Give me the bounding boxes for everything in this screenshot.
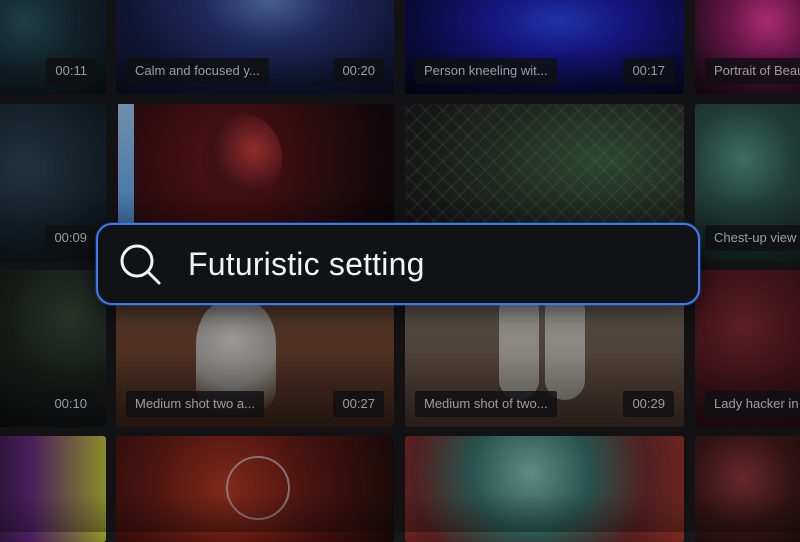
search-query[interactable]: Futuristic setting [188,246,425,283]
search-icon [118,242,162,286]
search-bar[interactable]: Futuristic setting [96,223,700,305]
